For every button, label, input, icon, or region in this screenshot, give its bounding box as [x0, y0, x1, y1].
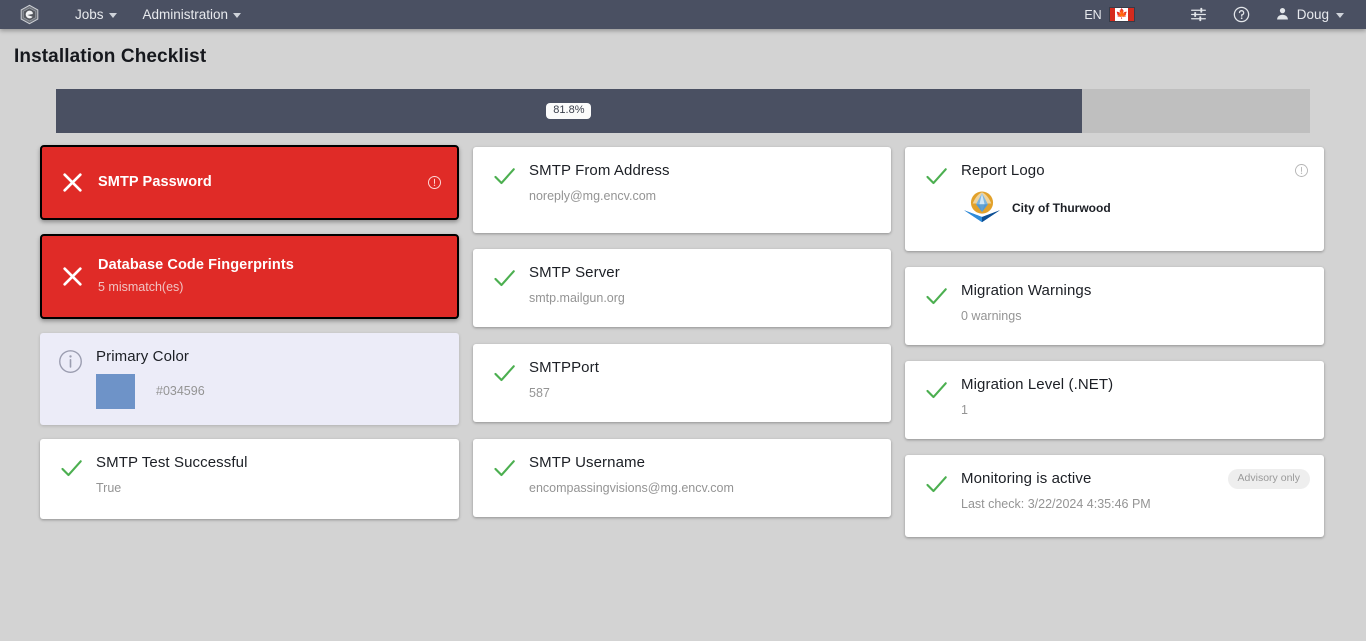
- chevron-down-icon: [233, 13, 242, 18]
- language-label[interactable]: EN: [1084, 8, 1101, 22]
- card-body: SMTP Username encompassingvisions@mg.enc…: [525, 454, 873, 496]
- checklist-card-primary-color[interactable]: Primary Color #034596: [40, 333, 459, 425]
- checklist-card-smtp-port[interactable]: SMTPPort 587: [473, 344, 891, 422]
- card-title: SMTPPort: [529, 359, 599, 376]
- info-circle-icon[interactable]: [1294, 163, 1309, 178]
- card-title: SMTP Server: [529, 264, 620, 281]
- top-navbar: Jobs Administration EN 🍁 Doug: [0, 0, 1366, 29]
- checklist-card-smtp-test-successful[interactable]: SMTP Test Successful True: [40, 438, 459, 519]
- check-icon: [491, 359, 525, 387]
- page-title: Installation Checklist: [14, 46, 207, 67]
- card-title: SMTP Password: [98, 173, 212, 190]
- flag-right-band: [1127, 8, 1134, 21]
- checklist-grid: SMTP Password Database Code Fingerprints…: [0, 133, 1366, 537]
- checklist-column-three: Report Logo City of Thurwood Migration W…: [905, 147, 1324, 537]
- checklist-card-smtp-from-address[interactable]: SMTP From Address noreply@mg.encv.com: [473, 147, 891, 233]
- card-body: Report Logo City of Thurwood: [957, 162, 1306, 228]
- report-logo-name: City of Thurwood: [1012, 201, 1111, 216]
- canada-flag-icon[interactable]: 🍁: [1108, 7, 1135, 22]
- card-subtitle: noreply@mg.encv.com: [529, 188, 657, 203]
- navbar-right-group: EN 🍁 Doug: [1084, 0, 1352, 29]
- nav-menu-administration-label: Administration: [142, 7, 229, 22]
- card-subtitle: 5 mismatch(es): [98, 280, 184, 295]
- card-title: Migration Warnings: [961, 282, 1092, 299]
- card-title: Report Logo: [961, 162, 1045, 179]
- card-body: SMTPPort 587: [525, 359, 873, 401]
- check-icon: [923, 162, 957, 190]
- checklist-card-smtp-server[interactable]: SMTP Server smtp.mailgun.org: [473, 249, 891, 327]
- user-name-label: Doug: [1296, 7, 1329, 22]
- progress-fill: 81.8%: [56, 89, 1082, 133]
- nav-menu-jobs-label: Jobs: [75, 7, 104, 22]
- user-menu[interactable]: Doug: [1263, 0, 1352, 29]
- card-subtitle: 1: [961, 402, 968, 417]
- hexagon-logo-icon[interactable]: [18, 4, 40, 26]
- card-title: SMTP Username: [529, 454, 646, 471]
- info-circle-icon: [58, 348, 92, 374]
- card-subtitle: Last check: 3/22/2024 4:35:46 PM: [961, 496, 1151, 511]
- user-icon: [1275, 6, 1290, 24]
- flag-maple-leaf: 🍁: [1115, 8, 1128, 21]
- progress-section: 81.8%: [0, 68, 1366, 133]
- navbar-left-group: Jobs Administration: [18, 0, 254, 29]
- sliders-icon[interactable]: [1177, 0, 1220, 29]
- checklist-card-report-logo[interactable]: Report Logo City of Thurwood: [905, 147, 1324, 251]
- card-title: SMTP From Address: [529, 162, 670, 179]
- checklist-card-smtp-password[interactable]: SMTP Password: [40, 145, 459, 220]
- color-hex-label: #034596: [156, 384, 205, 399]
- progress-track: 81.8%: [56, 89, 1310, 133]
- card-title: Primary Color: [96, 348, 189, 365]
- card-body: SMTP Server smtp.mailgun.org: [525, 264, 873, 306]
- check-icon: [923, 282, 957, 310]
- color-swatch-row: #034596: [96, 373, 441, 409]
- chevron-down-icon: [1336, 13, 1344, 18]
- checklist-card-migration-level-net[interactable]: Migration Level (.NET) 1: [905, 361, 1324, 439]
- checklist-card-smtp-username[interactable]: SMTP Username encompassingvisions@mg.enc…: [473, 439, 891, 517]
- card-body: Primary Color #034596: [92, 348, 441, 409]
- card-title: Migration Level (.NET): [961, 376, 1114, 393]
- card-body: Migration Warnings 0 warnings: [957, 282, 1306, 324]
- nav-menu-jobs[interactable]: Jobs: [62, 0, 130, 29]
- x-icon: [60, 263, 94, 289]
- card-body: SMTP Test Successful True: [92, 454, 441, 496]
- card-subtitle: 587: [529, 385, 550, 400]
- city-of-thurwood-logo-icon: [961, 189, 1003, 228]
- progress-percent-label: 81.8%: [546, 103, 592, 119]
- card-subtitle: 0 warnings: [961, 308, 1022, 323]
- question-circle-icon[interactable]: [1220, 0, 1263, 29]
- card-body: Migration Level (.NET) 1: [957, 376, 1306, 418]
- card-body: SMTP From Address noreply@mg.encv.com: [525, 162, 873, 204]
- color-swatch: [96, 373, 135, 409]
- check-icon: [491, 454, 525, 482]
- checklist-column-two: SMTP From Address noreply@mg.encv.com SM…: [473, 147, 891, 517]
- checklist-card-monitoring-is-active[interactable]: Monitoring is active Last check: 3/22/20…: [905, 455, 1324, 537]
- card-title: SMTP Test Successful: [96, 453, 248, 471]
- card-subtitle: smtp.mailgun.org: [529, 290, 625, 305]
- checklist-column-one: SMTP Password Database Code Fingerprints…: [40, 145, 459, 519]
- chevron-down-icon: [108, 13, 117, 18]
- check-icon: [491, 162, 525, 190]
- x-icon: [60, 169, 94, 195]
- checklist-card-migration-warnings[interactable]: Migration Warnings 0 warnings: [905, 267, 1324, 345]
- card-title: Database Code Fingerprints: [98, 257, 294, 274]
- check-icon: [923, 470, 957, 498]
- check-icon: [923, 376, 957, 404]
- check-icon: [491, 264, 525, 292]
- card-body: Database Code Fingerprints 5 mismatch(es…: [94, 256, 439, 295]
- card-subtitle: encompassingvisions@mg.encv.com: [529, 480, 734, 495]
- status-badge: Advisory only: [1227, 469, 1310, 489]
- info-circle-icon[interactable]: [427, 175, 442, 190]
- card-body: SMTP Password: [94, 173, 439, 191]
- nav-menu-administration[interactable]: Administration: [130, 0, 255, 29]
- report-logo-row: City of Thurwood: [961, 189, 1306, 228]
- check-icon: [58, 454, 92, 482]
- checklist-card-database-code-fingerprints[interactable]: Database Code Fingerprints 5 mismatch(es…: [40, 234, 459, 319]
- card-subtitle: True: [96, 480, 122, 495]
